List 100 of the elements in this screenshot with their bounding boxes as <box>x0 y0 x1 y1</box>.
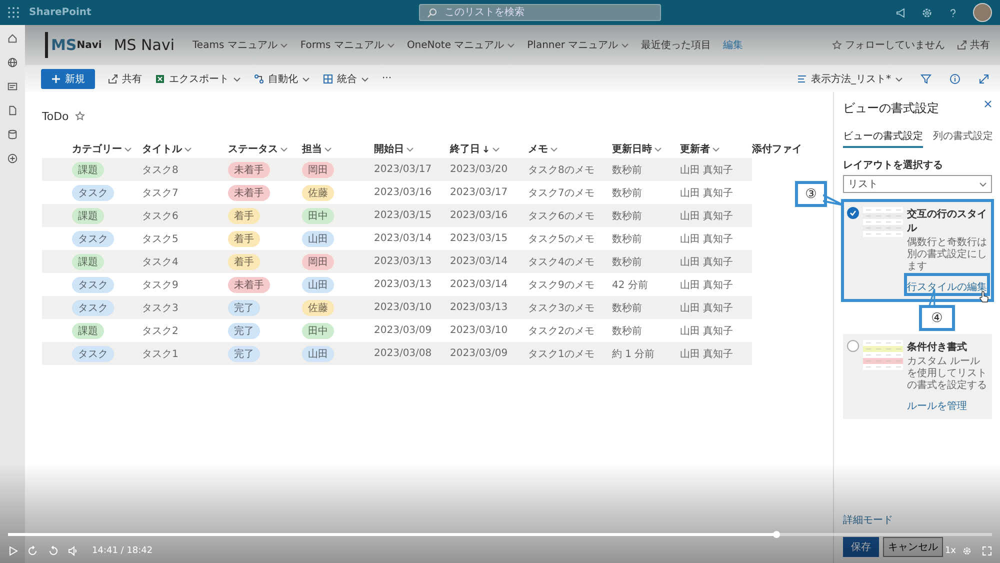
add-icon[interactable] <box>7 153 18 164</box>
column-header[interactable]: カテゴリー <box>42 142 142 156</box>
row-style-preview-drawing <box>863 340 903 372</box>
filter-icon[interactable] <box>920 72 932 84</box>
assignee-tag: 佐藤 <box>302 184 334 200</box>
table-row[interactable]: タスク タスク5 着手 山田 2023/03/14 2023/03/15 タスク5のメモ 数秒前 山田 真知子 <box>42 227 752 250</box>
assignee-tag: 山田 <box>302 230 334 246</box>
database-icon[interactable] <box>7 129 18 140</box>
home-icon[interactable] <box>7 33 18 44</box>
layout-option-card[interactable]: 条件付き書式 カスタム ルールを使用してリストの書式を設定する ルールを管理 <box>843 334 992 419</box>
table-row[interactable]: 課題 タスク4 着手 岡田 2023/03/13 2023/03/14 タスク4のメモ 数秒前 山田 真知子 <box>42 250 752 273</box>
layout-dropdown[interactable]: リスト <box>843 175 992 193</box>
assignee-tag: 岡田 <box>302 254 334 270</box>
search-field[interactable]: このリストを検索 <box>419 4 662 21</box>
table-cell-text: タスク4 <box>142 256 180 268</box>
volume-icon[interactable] <box>68 546 78 556</box>
table-cell-text: 山田 真知子 <box>680 278 734 292</box>
nav-link[interactable]: OneNote マニュアル <box>406 38 516 52</box>
nav-link[interactable]: Teams マニュアル <box>192 38 288 52</box>
column-header[interactable]: 終了日 <box>450 142 528 156</box>
table-cell-text: 2023/03/13 <box>374 279 433 290</box>
info-icon[interactable] <box>949 72 961 84</box>
command-button[interactable]: 共有 <box>108 72 142 86</box>
column-header[interactable]: 担当 <box>302 142 374 156</box>
news-icon[interactable] <box>7 81 18 92</box>
chevron-down-icon <box>507 41 516 49</box>
grid-icon <box>323 74 333 84</box>
globe-icon[interactable] <box>7 57 18 68</box>
command-button[interactable]: 自動化 <box>254 72 310 86</box>
checkmark-icon <box>848 208 858 218</box>
table-cell-text: 山田 真知子 <box>680 256 734 268</box>
radio-button[interactable] <box>847 340 859 352</box>
row-style-preview-drawing <box>863 207 903 239</box>
plus-icon <box>51 74 61 84</box>
view-selector[interactable]: 表示方法_リスト* <box>797 72 903 86</box>
status-tag: 着手 <box>228 230 260 246</box>
flow-icon <box>254 74 264 84</box>
favorite-star-icon[interactable] <box>74 111 85 121</box>
chevron-down-icon <box>124 145 132 153</box>
column-header[interactable]: 更新日時 <box>612 142 680 156</box>
file-icon[interactable] <box>7 105 18 116</box>
advanced-mode-link[interactable]: 詳細モード <box>843 513 992 527</box>
tab[interactable]: ビューの書式設定 <box>843 129 923 148</box>
option-link[interactable]: ルールを管理 <box>907 401 967 412</box>
column-header[interactable]: 開始日 <box>374 142 450 156</box>
chevron-down-icon <box>184 145 192 153</box>
fast-forward-icon[interactable] <box>48 546 58 556</box>
table-cell-text: 山田 真知子 <box>680 302 734 314</box>
command-button[interactable]: エクスポート <box>155 72 241 86</box>
status-tag: 着手 <box>228 208 260 224</box>
more-button[interactable]: ··· <box>382 73 392 84</box>
rewind-icon[interactable] <box>28 546 38 556</box>
site-title[interactable]: MS Navi <box>114 36 175 54</box>
tab[interactable]: 列の書式設定 <box>933 129 993 148</box>
table-cell-text: 数秒前 <box>612 210 643 222</box>
table-row[interactable]: タスク タスク1 完了 山田 2023/03/08 2023/03/09 タスク1のメモ 約 1 分前 山田 真知子 <box>42 342 752 365</box>
chevron-down-icon <box>712 145 720 153</box>
chevron-down-icon <box>406 145 414 153</box>
nav-link[interactable]: 最近使った項目 <box>641 38 712 52</box>
hand-cursor-icon <box>979 291 989 303</box>
column-header[interactable]: メモ <box>528 142 612 156</box>
column-header[interactable]: 更新者 <box>680 142 752 156</box>
progress-thumb[interactable] <box>772 531 780 538</box>
close-icon[interactable] <box>984 100 992 108</box>
assignee-tag: 山田 <box>302 276 334 292</box>
expand-icon[interactable] <box>978 72 990 84</box>
table-cell-text: 2023/03/14 <box>374 233 433 244</box>
star-icon <box>832 40 842 50</box>
megaphone-icon[interactable] <box>895 6 907 18</box>
table-row[interactable]: 課題 タスク8 未着手 岡田 2023/03/17 2023/03/20 タスク8のメモ 数秒前 山田 真知子 <box>42 158 752 181</box>
table-row[interactable]: タスク タスク9 未着手 山田 2023/03/13 2023/03/14 タスク9のメモ 42 分前 山田 真知子 <box>42 273 752 296</box>
table-cell-text: 2023/03/16 <box>374 187 433 198</box>
table-row[interactable]: タスク タスク3 完了 佐藤 2023/03/10 2023/03/13 タスク3のメモ 数秒前 山田 真知子 <box>42 296 752 319</box>
nav-link[interactable]: Forms マニュアル <box>300 38 395 52</box>
save-button[interactable]: 保存 <box>843 537 879 557</box>
app-name[interactable]: SharePoint <box>29 7 92 18</box>
table-row[interactable]: 課題 タスク2 完了 田中 2023/03/09 2023/03/10 タスク2のメモ 数秒前 山田 真知子 <box>42 319 752 342</box>
play-icon[interactable] <box>8 546 18 556</box>
table-cell-text: タスク1 <box>142 348 180 360</box>
share-button[interactable]: 共有 <box>957 38 990 52</box>
avatar[interactable] <box>973 3 992 22</box>
table-cell-text: タスク3 <box>142 302 180 314</box>
new-button[interactable]: 新規 <box>41 68 95 88</box>
status-tag: 完了 <box>228 300 260 316</box>
command-button[interactable]: 統合 <box>323 72 369 86</box>
video-progress-track[interactable] <box>8 533 992 536</box>
table-row[interactable]: 課題 タスク6 着手 田中 2023/03/15 2023/03/16 タスク6のメモ 数秒前 山田 真知子 <box>42 204 752 227</box>
fullscreen-icon[interactable] <box>982 546 992 556</box>
nav-link[interactable]: Planner マニュアル <box>527 38 630 52</box>
table-row[interactable]: タスク タスク7 未着手 佐藤 2023/03/16 2023/03/17 タスク7のメモ 数秒前 山田 真知子 <box>42 181 752 204</box>
radio-button[interactable] <box>847 207 859 219</box>
settings-icon[interactable] <box>921 6 933 18</box>
chevron-down-icon <box>233 74 241 82</box>
chevron-down-icon <box>550 145 558 153</box>
app-launcher-icon[interactable] <box>8 7 19 18</box>
follow-button[interactable]: フォローしていません <box>832 38 945 52</box>
column-header[interactable]: ステータス <box>228 142 302 156</box>
cancel-button[interactable]: キャンセル <box>883 537 943 557</box>
assignee-tag: 田中 <box>302 322 334 338</box>
column-header[interactable]: タイトル <box>142 142 228 156</box>
